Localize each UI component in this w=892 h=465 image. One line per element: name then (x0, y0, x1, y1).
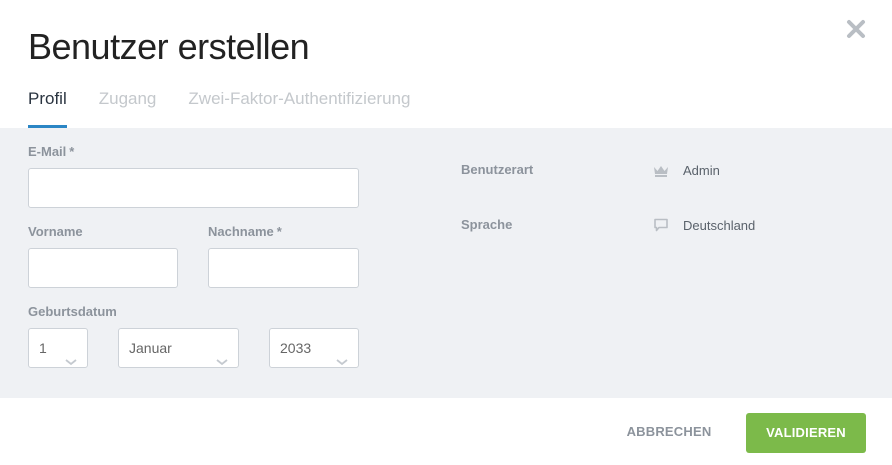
speech-bubble-icon (653, 218, 669, 232)
close-icon[interactable] (845, 18, 867, 40)
email-field[interactable] (28, 168, 359, 208)
tab-profil[interactable]: Profil (28, 86, 67, 128)
firstname-label-text: Vorname (28, 224, 83, 239)
create-user-dialog: Benutzer erstellen Profil Zugang Zwei-Fa… (0, 0, 892, 465)
birthdate-label-text: Geburtsdatum (28, 304, 117, 319)
birth-year-value: 2033 (280, 340, 312, 356)
crown-icon (653, 164, 669, 178)
chevron-down-icon (216, 343, 228, 366)
required-mark: * (276, 224, 282, 239)
form-panel: E-Mail * Vorname Nachname * Geburtsdatum 1… (0, 128, 892, 398)
dialog-title: Benutzer erstellen (28, 26, 310, 67)
language-value: Deutschland (683, 218, 756, 233)
firstname-label: Vorname (28, 224, 83, 239)
tab-two-factor[interactable]: Zwei-Faktor-Authentifizierung (188, 86, 410, 128)
language-label: Sprache (461, 217, 513, 232)
required-mark: * (69, 144, 75, 159)
birth-month-select[interactable]: Januar (118, 328, 239, 368)
lastname-label-text: Nachname (208, 224, 274, 239)
chevron-down-icon (65, 343, 77, 366)
chevron-down-icon (336, 343, 348, 366)
email-label-text: E-Mail (28, 144, 67, 159)
birth-month-value: Januar (129, 340, 172, 356)
user-type-value: Admin (683, 163, 720, 178)
user-type-label: Benutzerart (461, 162, 534, 177)
firstname-field[interactable] (28, 248, 178, 288)
birth-day-select[interactable]: 1 (28, 328, 88, 368)
tab-zugang[interactable]: Zugang (99, 86, 157, 128)
email-label: E-Mail * (28, 144, 74, 159)
lastname-label: Nachname * (208, 224, 282, 239)
tab-bar: Profil Zugang Zwei-Faktor-Authentifizier… (28, 86, 442, 128)
lastname-field[interactable] (208, 248, 359, 288)
close-icon-glyph (847, 20, 865, 38)
cancel-button[interactable]: ABBRECHEN (618, 412, 720, 452)
birthdate-label: Geburtsdatum (28, 304, 117, 319)
birth-year-select[interactable]: 2033 (269, 328, 359, 368)
validate-button[interactable]: VALIDIEREN (746, 413, 866, 453)
birth-day-value: 1 (39, 340, 47, 356)
